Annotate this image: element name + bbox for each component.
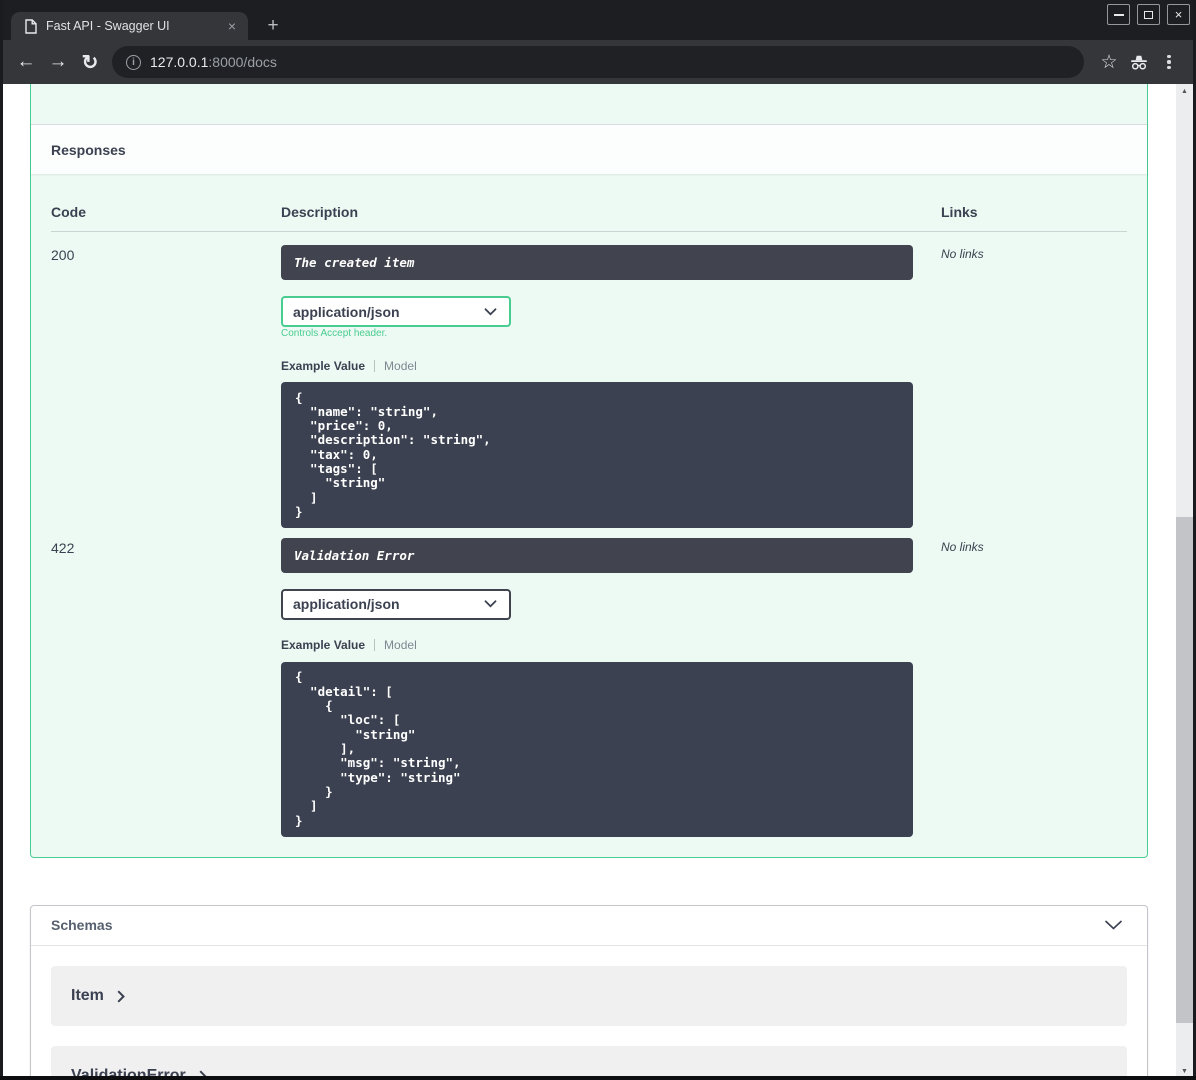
schemas-title: Schemas [51, 917, 113, 934]
forward-button[interactable]: → [42, 46, 74, 78]
url-host: 127.0.0.1 [150, 54, 209, 70]
tab-model[interactable]: Model [384, 359, 417, 373]
responses-section-header: Responses [31, 124, 1147, 174]
tab-example-value[interactable]: Example Value [281, 359, 365, 373]
schema-item[interactable]: Item [51, 965, 1127, 1026]
response-code: 422 [51, 539, 75, 556]
controls-accept-note: Controls Accept header. [281, 328, 388, 339]
chevron-right-icon [117, 990, 125, 1003]
browser-menu-button[interactable] [1154, 47, 1184, 77]
close-icon: × [1174, 7, 1183, 22]
reload-button[interactable]: ↻ [74, 46, 106, 78]
close-button[interactable]: × [1167, 4, 1190, 25]
tab-example-value[interactable]: Example Value [281, 638, 365, 652]
media-type-value: application/json [293, 303, 400, 320]
star-icon: ☆ [1100, 51, 1118, 73]
links-column-header: Links [941, 204, 978, 220]
maximize-button[interactable] [1137, 4, 1160, 25]
response-description-text: Validation Error [294, 547, 415, 563]
url-text[interactable]: 127.0.0.1:8000/docs [150, 54, 277, 70]
back-button[interactable]: ← [10, 46, 42, 78]
example-json-block: { "detail": [ { "loc": [ "string" ], "ms… [281, 661, 913, 837]
titlebar: Fast API - Swagger UI × + × [0, 0, 1196, 40]
window-frame-left [0, 0, 3, 1080]
scroll-up-arrow-icon[interactable]: ▲ [1176, 84, 1193, 98]
response-description-box: The created item [281, 245, 913, 280]
page-content: Responses Code Description Links 200 The… [0, 84, 1196, 1080]
response-code: 200 [51, 247, 75, 263]
kebab-menu-icon [1167, 54, 1171, 70]
maximize-icon [1144, 10, 1153, 19]
new-tab-button[interactable]: + [260, 13, 286, 39]
tab-title: Fast API - Swagger UI [46, 19, 170, 33]
chevron-down-icon [484, 600, 497, 608]
back-icon: ← [16, 51, 36, 72]
schemas-body: Item ValidationError [31, 946, 1147, 1080]
response-description-box: Validation Error [281, 537, 913, 573]
vertical-scrollbar[interactable]: ▲ ▼ [1176, 84, 1193, 1080]
response-description-cell: The created item application/json Contro… [281, 245, 941, 528]
bookmark-star-button[interactable]: ☆ [1094, 47, 1124, 77]
example-model-tabs: Example Value Model [281, 359, 941, 373]
example-model-tabs: Example Value Model [281, 638, 941, 652]
response-links-cell: No links [941, 245, 1127, 528]
media-type-value: application/json [293, 596, 400, 613]
browser-toolbar: ← → ↻ i 127.0.0.1:8000/docs ☆ [0, 40, 1196, 84]
tab-divider [374, 639, 376, 652]
response-links-cell: No links [941, 538, 1127, 837]
no-links-text: No links [941, 539, 984, 554]
window-controls: × [1100, 4, 1190, 25]
schemas-header[interactable]: Schemas [31, 906, 1147, 946]
responses-table-header: Code Description Links [51, 174, 1127, 232]
incognito-indicator [1124, 47, 1154, 77]
schemas-section: Schemas Item ValidationError [30, 904, 1148, 1080]
url-path: :8000/docs [208, 54, 277, 70]
minimize-icon [1113, 13, 1124, 16]
response-description-text: The created item [294, 255, 415, 270]
no-links-text: No links [941, 247, 984, 261]
chevron-down-icon[interactable] [1104, 920, 1123, 930]
scrollbar-thumb[interactable] [1176, 517, 1193, 1023]
post-operation-block: Responses Code Description Links 200 The… [30, 84, 1148, 858]
browser-tab[interactable]: Fast API - Swagger UI × [11, 12, 248, 40]
incognito-icon [1131, 55, 1147, 70]
browser-window: Fast API - Swagger UI × + × ← → ↻ i 127.… [0, 0, 1196, 1080]
code-column-header: Code [51, 204, 86, 220]
address-bar[interactable]: i 127.0.0.1:8000/docs [112, 46, 1084, 78]
response-row-422: 422 Validation Error application/json Ex… [51, 528, 1127, 837]
schema-item[interactable]: ValidationError [51, 1045, 1127, 1080]
media-type-select[interactable]: application/json [281, 588, 511, 620]
response-row-200: 200 The created item application/json Co… [51, 232, 1127, 528]
tab-divider [374, 359, 376, 372]
forward-icon: → [48, 51, 68, 72]
schema-label: Item [71, 986, 104, 1004]
tab-model[interactable]: Model [384, 638, 417, 652]
window-frame-bottom [0, 1076, 1196, 1080]
page-favicon-icon [25, 18, 37, 34]
media-type-select[interactable]: application/json [281, 296, 511, 327]
minimize-button[interactable] [1107, 4, 1130, 25]
responses-title: Responses [51, 141, 126, 158]
site-info-icon[interactable]: i [126, 54, 141, 70]
tab-close-icon[interactable]: × [224, 18, 240, 34]
response-description-cell: Validation Error application/json Exampl… [281, 537, 941, 837]
reload-icon: ↻ [81, 51, 99, 74]
chevron-down-icon [484, 307, 497, 315]
responses-table: Code Description Links 200 The created i… [31, 174, 1147, 857]
example-json-block: { "name": "string", "price": 0, "descrip… [281, 382, 913, 528]
opblock-spacer [31, 84, 1147, 124]
description-column-header: Description [281, 204, 359, 220]
